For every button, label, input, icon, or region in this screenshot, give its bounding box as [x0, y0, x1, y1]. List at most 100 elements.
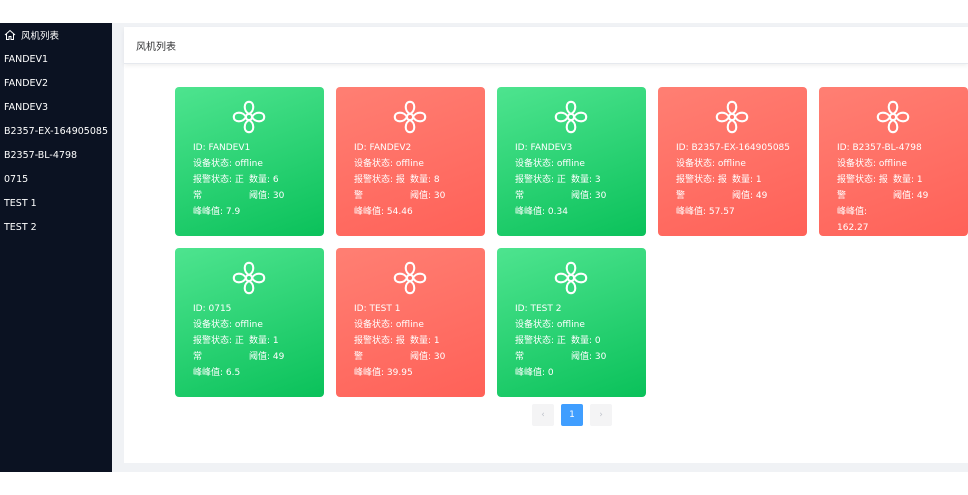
count-cell: 数量: 1 [249, 333, 313, 349]
alarm-status-label: 报警状态: [676, 175, 716, 185]
sidebar-item-test2[interactable]: TEST 2 [0, 215, 112, 239]
device-status-value: offline [556, 320, 585, 330]
threshold-cell: 阈值: 30 [571, 188, 635, 204]
id-label: ID: [354, 304, 367, 314]
page-1-button[interactable]: 1 [561, 404, 583, 426]
device-status-label: 设备状态: [193, 320, 233, 330]
fan-id-row: ID: B2357-EX-164905085 [676, 140, 801, 156]
fan-id: FANDEV3 [530, 143, 573, 153]
count-cell: 数量: 1 [893, 172, 957, 188]
fan-id-row: ID: TEST 1 [354, 301, 479, 317]
alarm-status-value-a: 报 [878, 175, 888, 185]
count-cell: 数量: 1 [732, 172, 796, 188]
alarm-status-value-a: 正 [234, 175, 244, 185]
page-header: 风机列表 [124, 27, 968, 64]
fan-card[interactable]: ID: 0715 设备状态: offline 报警状态: 正数量: 1 常阈值: 49… [175, 248, 324, 397]
peak-value: 6.5 [225, 368, 241, 378]
device-status-row: 设备状态: offline [193, 317, 318, 333]
peak-label: 峰峰值: [515, 368, 546, 378]
threshold-cell: 阈值: 49 [732, 188, 796, 204]
alarm-status-cell: 报警状态: 报 [354, 172, 410, 188]
alarm-status-value-a: 报 [395, 336, 405, 346]
device-status-row: 设备状态: offline [354, 156, 479, 172]
alarm-status-value-a: 正 [234, 336, 244, 346]
fan-icon [552, 259, 590, 297]
fan-icon [391, 259, 429, 297]
sidebar-item-fandev3[interactable]: FANDEV3 [0, 95, 112, 119]
fan-icon [874, 98, 912, 136]
peak-value: 57.57 [708, 207, 735, 217]
alarm-status-cell: 报警状态: 正 [515, 333, 571, 349]
sidebar-item-test1[interactable]: TEST 1 [0, 191, 112, 215]
fan-id: TEST 1 [369, 304, 401, 314]
alarm-count-row: 报警状态: 正数量: 1 [193, 333, 318, 349]
fan-card[interactable]: ID: B2357-EX-164905085 设备状态: offline 报警状态:… [658, 87, 807, 236]
threshold-value: 49 [916, 191, 929, 201]
sidebar-item-fandev2[interactable]: FANDEV2 [0, 71, 112, 95]
threshold-label: 阈值: [249, 191, 271, 201]
sidebar-item-home[interactable]: 风机列表 [0, 23, 112, 47]
sidebar-item-0715[interactable]: 0715 [0, 167, 112, 191]
alarm-status-value-a: 正 [556, 336, 566, 346]
fan-card[interactable]: ID: FANDEV3 设备状态: offline 报警状态: 正数量: 3 常阈值:… [497, 87, 646, 236]
device-status-row: 设备状态: offline [837, 156, 962, 172]
fan-card[interactable]: ID: TEST 2 设备状态: offline 报警状态: 正数量: 0 常阈值: … [497, 248, 646, 397]
threshold-value: 49 [272, 352, 285, 362]
peak-value: 54.46 [386, 207, 413, 217]
fan-card[interactable]: ID: FANDEV1 设备状态: offline 报警状态: 正数量: 6 常阈值:… [175, 87, 324, 236]
count-cell: 数量: 8 [410, 172, 474, 188]
alarm-status-label: 报警状态: [354, 336, 394, 346]
prev-page-button[interactable]: ‹ [532, 404, 554, 426]
alarm-status-value-b: 常 [193, 352, 203, 362]
device-status-value: offline [878, 159, 907, 169]
alarm-status-label: 报警状态: [515, 175, 555, 185]
alarm-status-value-b: 常 [515, 352, 525, 362]
device-status-label: 设备状态: [676, 159, 716, 169]
device-status-row: 设备状态: offline [515, 317, 640, 333]
fan-card-info: ID: TEST 2 设备状态: offline 报警状态: 正数量: 0 常阈值: … [515, 301, 640, 381]
threshold-value: 49 [755, 191, 768, 201]
fan-card-info: ID: 0715 设备状态: offline 报警状态: 正数量: 1 常阈值: 49… [193, 301, 318, 381]
alarm-threshold-row: 警 阈值: 49 [676, 188, 801, 204]
alarm-threshold-row: 常 阈值: 49 [193, 349, 318, 365]
peak-row: 峰峰值: 0.34 [515, 204, 640, 220]
sidebar-item-fandev1[interactable]: FANDEV1 [0, 47, 112, 71]
next-page-button[interactable]: › [590, 404, 612, 426]
count-cell: 数量: 0 [571, 333, 635, 349]
alarm-threshold-row: 常 阈值: 30 [515, 349, 640, 365]
peak-label: 峰峰值: [515, 207, 546, 217]
fan-card[interactable]: ID: B2357-BL-4798 设备状态: offline 报警状态: 报数量:… [819, 87, 968, 236]
threshold-label: 阈值: [732, 191, 754, 201]
alarm-threshold-row: 常 阈值: 30 [515, 188, 640, 204]
device-status-value: offline [395, 159, 424, 169]
fan-id-row: ID: FANDEV2 [354, 140, 479, 156]
count-value: 1 [755, 175, 762, 185]
fan-id: 0715 [208, 304, 232, 314]
alarm-threshold-row: 警 阈值: 30 [354, 349, 479, 365]
count-label: 数量: [893, 175, 915, 185]
alarm-count-row: 报警状态: 正数量: 6 [193, 172, 318, 188]
threshold-value: 30 [433, 352, 446, 362]
count-value: 1 [916, 175, 923, 185]
fan-id-row: ID: FANDEV3 [515, 140, 640, 156]
sidebar-item-b2357-bl[interactable]: B2357-BL-4798 [0, 143, 112, 167]
threshold-cell: 阈值: 30 [249, 188, 313, 204]
device-status-row: 设备状态: offline [354, 317, 479, 333]
fan-card[interactable]: ID: FANDEV2 设备状态: offline 报警状态: 报数量: 8 警阈值:… [336, 87, 485, 236]
sidebar-item-b2357-ex[interactable]: B2357-EX-164905085 [0, 119, 112, 143]
fan-id-row: ID: TEST 2 [515, 301, 640, 317]
peak-value: 0 [547, 368, 554, 378]
threshold-cell: 阈值: 30 [410, 349, 474, 365]
alarm-status-label: 报警状态: [837, 175, 877, 185]
peak-value: 0.34 [547, 207, 568, 217]
count-value: 1 [272, 336, 279, 346]
fan-card[interactable]: ID: TEST 1 设备状态: offline 报警状态: 报数量: 1 警阈值: … [336, 248, 485, 397]
alarm-status-value-b: 警 [354, 352, 364, 362]
alarm-status-value-a: 报 [717, 175, 727, 185]
alarm-status-label: 报警状态: [193, 336, 233, 346]
id-label: ID: [354, 143, 367, 153]
device-status-value: offline [556, 159, 585, 169]
sidebar: 风机列表 FANDEV1 FANDEV2 FANDEV3 B2357-EX-16… [0, 23, 112, 472]
alarm-threshold-row: 常 阈值: 30 [193, 188, 318, 204]
alarm-status-value-b: 警 [676, 191, 686, 201]
